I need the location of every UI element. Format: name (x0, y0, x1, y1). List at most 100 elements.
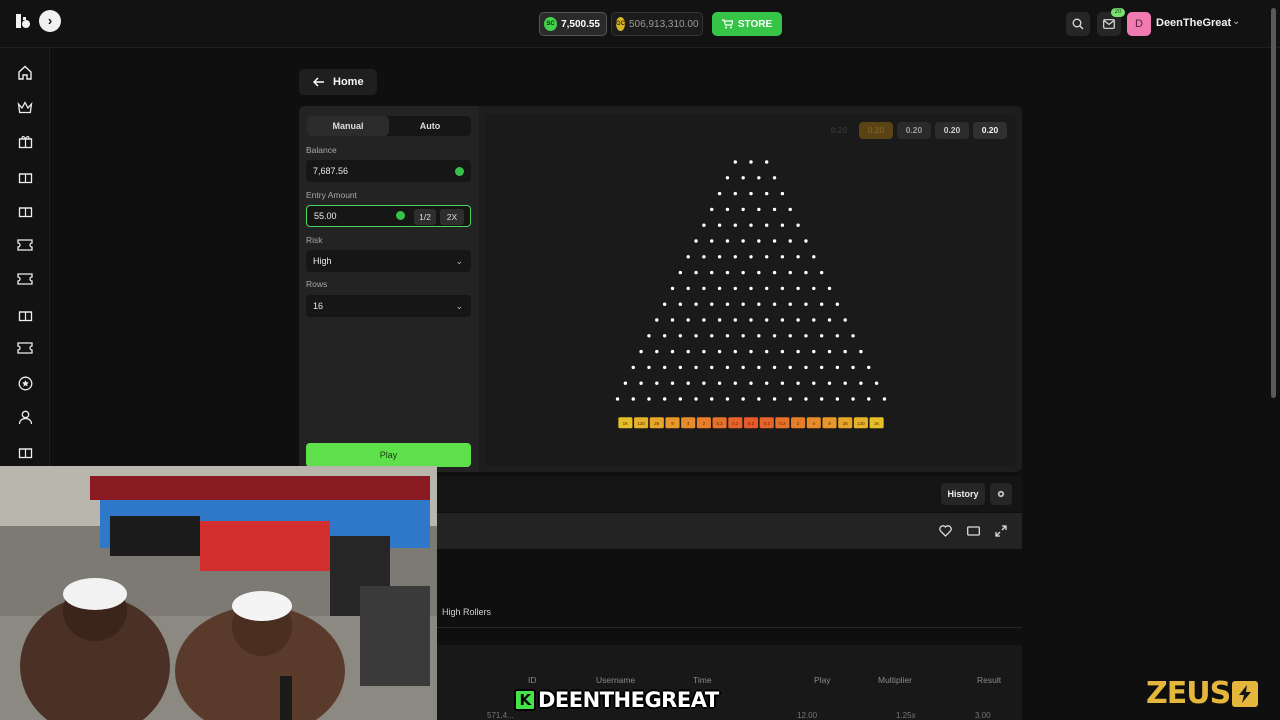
peg (772, 239, 777, 243)
peg (655, 381, 659, 385)
sidebar-item-bonus[interactable] (14, 303, 36, 325)
peg (835, 302, 840, 306)
peg (670, 286, 675, 291)
peg (702, 286, 706, 291)
sidebar-item-daily-bonus[interactable] (14, 440, 36, 462)
sidebar-item-achievements[interactable] (14, 372, 36, 394)
bucket-label: 1K (874, 421, 880, 426)
bucket-label: 0.2 (716, 421, 723, 426)
home-label: Home (333, 76, 364, 88)
multiplier-bucket: 130 (853, 417, 868, 429)
chevron-down-icon[interactable]: ⌄ (1232, 16, 1240, 27)
search-button[interactable] (1066, 12, 1090, 36)
tab-auto[interactable]: Auto (389, 116, 471, 136)
peg (710, 239, 714, 243)
peg (819, 397, 824, 401)
rows-select[interactable]: 16 ⌄ (306, 295, 471, 317)
peg (686, 255, 690, 259)
peg (694, 270, 698, 275)
peg (835, 365, 840, 370)
store-button[interactable]: STORE (712, 12, 782, 36)
column-header-multiplier: Multiplier (878, 675, 913, 685)
sidebar-item-tickets[interactable] (14, 268, 36, 290)
peg (765, 318, 769, 322)
page-scrollbar[interactable] (1271, 8, 1276, 398)
entry-amount-value: 55.00 (314, 211, 337, 221)
peg (772, 302, 777, 306)
ticket-icon (17, 342, 33, 354)
history-button[interactable]: History (941, 483, 985, 505)
mail-icon (1103, 19, 1115, 29)
avatar[interactable]: D (1127, 12, 1151, 36)
peg (733, 318, 737, 322)
peg (804, 270, 808, 275)
tab-high-rollers[interactable]: High Rollers (442, 607, 491, 617)
site-logo[interactable] (14, 12, 40, 32)
peg (717, 255, 722, 259)
peg (874, 381, 879, 385)
bucket-label: 0.2 (748, 421, 755, 426)
peg (757, 270, 761, 275)
fullscreen-button[interactable] (994, 524, 1008, 538)
peg (812, 381, 816, 385)
balance-label: Balance (306, 145, 337, 155)
notification-badge: 20 (1111, 8, 1125, 17)
peg (788, 365, 792, 370)
table-cell-multiplier: 1.25x (896, 711, 916, 720)
column-header-id: ID (528, 675, 537, 685)
peg (835, 397, 840, 401)
gear-icon (997, 490, 1005, 498)
sidebar-item-promotions[interactable] (14, 165, 36, 187)
favorite-button[interactable] (938, 524, 952, 538)
peg (662, 397, 667, 401)
currency-switcher[interactable]: SC 7,500.55 GC 506,913,310.00 (539, 12, 703, 36)
peg (780, 349, 785, 354)
streamer-name: DEENTHEGREAT (538, 688, 719, 712)
peg (788, 207, 792, 212)
lightning-icon (1232, 680, 1259, 707)
sidebar-item-vip[interactable] (14, 96, 36, 118)
sidebar-item-rewards[interactable] (14, 199, 36, 221)
peg (804, 302, 808, 306)
gold-coin-balance[interactable]: GC 506,913,310.00 (611, 12, 703, 36)
sidebar-item-raffles[interactable] (14, 234, 36, 256)
bucket-label: 0.2 (764, 421, 771, 426)
multiplier-bucket: 1K (869, 417, 884, 429)
half-bet-button[interactable]: 1/2 (414, 209, 436, 225)
peg (859, 349, 863, 354)
table-cell-result: 3.00 (975, 711, 991, 720)
peg (749, 286, 753, 291)
sidebar-item-home[interactable] (14, 61, 36, 83)
back-home-button[interactable]: Home (299, 69, 377, 95)
multiplier-bucket: 2 (696, 417, 711, 429)
peg (804, 334, 808, 338)
peg (780, 223, 785, 227)
username[interactable]: DeenTheGreat (1156, 17, 1231, 29)
double-bet-button[interactable]: 2X (440, 209, 464, 225)
peg (804, 397, 808, 401)
sidebar-item-profile[interactable] (14, 406, 36, 428)
entry-amount-input[interactable]: 55.00 1/2 2X (306, 205, 471, 227)
settings-button[interactable] (990, 483, 1012, 505)
peg (788, 334, 792, 338)
tab-manual[interactable]: Manual (307, 116, 389, 136)
peg (678, 302, 683, 306)
bucket-label: 0.2 (732, 421, 739, 426)
peg (788, 270, 792, 275)
peg (639, 381, 643, 385)
sidebar-item-originals[interactable] (14, 130, 36, 152)
peg (741, 270, 745, 275)
peg (623, 381, 628, 385)
risk-select[interactable]: High ⌄ (306, 250, 471, 272)
multiplier-bucket: 0.2 (712, 417, 727, 429)
sidebar-item-coupons[interactable] (14, 337, 36, 359)
peg (725, 176, 730, 180)
sweeps-coin-balance[interactable]: SC 7,500.55 (539, 12, 607, 36)
peg (702, 223, 706, 227)
peg (772, 270, 777, 275)
peg (670, 318, 675, 322)
theater-mode-button[interactable] (966, 524, 980, 538)
play-button[interactable]: Play (306, 443, 471, 467)
peg (717, 223, 722, 227)
expand-sidebar-button[interactable]: › (39, 10, 61, 32)
